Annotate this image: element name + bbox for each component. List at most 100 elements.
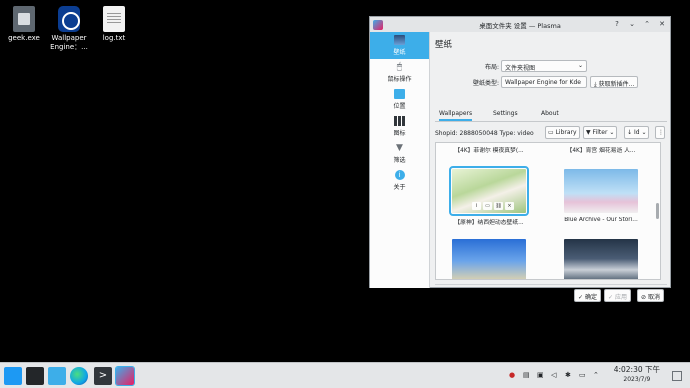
volume-icon[interactable]: ◁ [551,371,556,379]
cancel-button[interactable]: ⊘ 取消 [637,289,664,302]
icons-icon [394,116,405,126]
layout-select[interactable]: 文件夹视图 ⌄ [501,60,587,72]
shopid-info: Shopid: 2888050048 Type: video [435,130,534,137]
filter-icon: ▼ [586,129,591,136]
download-icon: ⤓ [594,81,597,88]
library-button[interactable]: ▭ Library [545,126,580,139]
apply-label: 应用 [614,294,627,301]
footer-divider [435,284,667,285]
filter-label: Filter [592,129,608,136]
settings-content: 壁纸 布局: 文件夹视图 ⌄ 壁纸类型: Wallpaper Engine fo… [431,32,671,302]
title-bar[interactable]: 桌面文件夹 设置 — Plasma ? ⌄ ⌃ ✕ [370,17,670,32]
tab-settings[interactable]: Settings [493,110,518,117]
wallpaper-item[interactable] [551,239,651,279]
wallpaper-grid[interactable]: 【4K】菲谢尔 模夜真梦(... 【4K】宵宫 烟花易逝 人... i ▭ ⛓ … [435,142,661,280]
clock-time: 4:02:30 下午 [613,365,660,374]
package-icon[interactable]: ▣ [537,371,544,379]
page-title: 壁纸 [435,40,453,50]
wallpaper-caption: 【原神】纳西妲动态壁纸... [454,220,524,226]
show-desktop-icon[interactable] [672,371,682,381]
mouse-icon: 🖱︎ [396,62,403,72]
sort-label: Id [633,129,640,136]
sidebar-item-location[interactable]: 位置 [370,86,429,113]
filter-button[interactable]: ▼ Filter ⌄ [583,126,618,139]
wallpaper-type-select[interactable]: Wallpaper Engine for Kde [501,76,587,88]
apply-button[interactable]: ✓ 应用 [604,289,631,302]
sidebar-item-label: 鼠标操作 [387,76,412,83]
maximize-icon[interactable]: ⌃ [642,19,652,29]
wallpaper-thumbnail[interactable] [564,169,638,213]
wallpaper-item[interactable] [439,239,539,279]
browser-taskbar-icon[interactable] [70,367,88,385]
file-manager-taskbar-icon[interactable] [48,367,66,385]
sidebar-item-wallpaper[interactable]: 壁纸 [370,32,429,59]
wallpaper-type-value: Wallpaper Engine for Kde [505,79,581,86]
filter-icon: ▼ [396,143,403,153]
notification-icon[interactable]: ● [509,371,515,379]
minimize-icon[interactable]: ⌄ [627,19,637,29]
layout-label: 布局: [484,64,499,71]
link-icon[interactable]: ⛓ [494,202,503,210]
wallpaper-engine-icon [58,6,80,32]
battery-icon[interactable]: ▭ [579,371,586,379]
wallpaper-item[interactable]: 【4K】菲谢尔 模夜真梦(... [439,145,539,154]
sidebar-item-mouse[interactable]: 🖱︎ 鼠标操作 [370,59,429,86]
info-icon[interactable]: i [472,202,481,210]
app-launcher-icon[interactable] [4,367,22,385]
sidebar-item-label: 图标 [393,130,406,137]
help-icon[interactable]: ? [612,19,622,29]
wallpaper-type-label: 壁纸类型: [472,80,499,87]
settings-window: 桌面文件夹 设置 — Plasma ? ⌄ ⌃ ✕ 壁纸 🖱︎ 鼠标操作 位置 … [369,16,671,302]
wallpaper-item[interactable]: 【4K】宵宫 烟花易逝 人... [551,145,651,154]
wallpaper-caption: 【4K】宵宫 烟花易逝 人... [566,148,636,154]
ok-button[interactable]: ✓ 确定 [574,289,601,302]
close-icon[interactable]: ✕ [657,19,667,29]
wallpaper-thumbnail[interactable] [452,239,526,279]
sidebar-item-label: 壁纸 [393,49,406,56]
wallpaper-item[interactable]: Blue Archive - Our Stori... [551,169,651,223]
folder-icon: ▭ [548,129,554,136]
checkmark-icon: ✓ [578,294,584,301]
clock[interactable]: 4:02:30 下午 2023/7/9 [614,365,660,385]
clock-date: 2023/7/9 [623,376,651,383]
plasma-settings-taskbar-icon[interactable] [115,366,135,386]
desktop-icon-log[interactable]: log.txt [82,6,146,43]
wallpaper-item[interactable]: i ▭ ⛓ × 【原神】纳西妲动态壁纸... [439,166,539,226]
sidebar-item-filter[interactable]: ▼ 筛选 [370,140,429,167]
more-icon: ⋮ [658,129,664,136]
wallpaper-icon [394,35,405,45]
tray-expand-icon[interactable]: ⌃ [593,371,599,379]
folder-icon [394,89,405,99]
clipboard-icon[interactable]: ▤ [523,371,530,379]
folder-icon[interactable]: ▭ [483,202,492,210]
wallpaper-thumbnail[interactable]: i ▭ ⛓ × [449,166,529,216]
tab-wallpapers[interactable]: Wallpapers [439,110,473,121]
wallpaper-caption: Blue Archive - Our Stori... [564,217,638,223]
desktop-icon-label: log.txt [102,34,126,42]
ok-label: 确定 [584,294,597,301]
sort-button[interactable]: ↓ Id ⌄ [624,126,650,139]
checkmark-icon: ✓ [608,294,614,301]
console-taskbar-icon[interactable]: > [94,367,112,385]
bluetooth-icon[interactable]: ✱ [565,371,571,379]
delete-icon[interactable]: × [505,202,514,210]
get-plugins-button[interactable]: ⤓ 获取新插件... [590,76,639,88]
layout-value: 文件夹视图 [505,65,536,72]
scrollbar-handle[interactable] [656,203,659,219]
terminal-taskbar-icon[interactable] [26,367,44,385]
sidebar-item-label: 关于 [393,184,406,191]
sidebar-item-icons[interactable]: 图标 [370,113,429,140]
get-plugins-label: 获取新插件... [598,81,635,88]
chevron-down-icon: ⌄ [609,129,615,136]
exe-file-icon [13,6,35,32]
chevron-down-icon: ⌄ [641,129,647,136]
tab-about[interactable]: About [541,110,559,117]
cancel-label: 取消 [647,294,660,301]
more-options-button[interactable]: ⋮ [655,126,665,139]
wallpaper-thumbnail[interactable] [564,239,638,279]
cancel-icon: ⊘ [641,294,647,301]
sidebar-item-about[interactable]: i 关于 [370,167,429,194]
library-label: Library [555,129,577,136]
tab-bar: Wallpapers Settings About [435,108,667,122]
text-file-icon [103,6,125,32]
